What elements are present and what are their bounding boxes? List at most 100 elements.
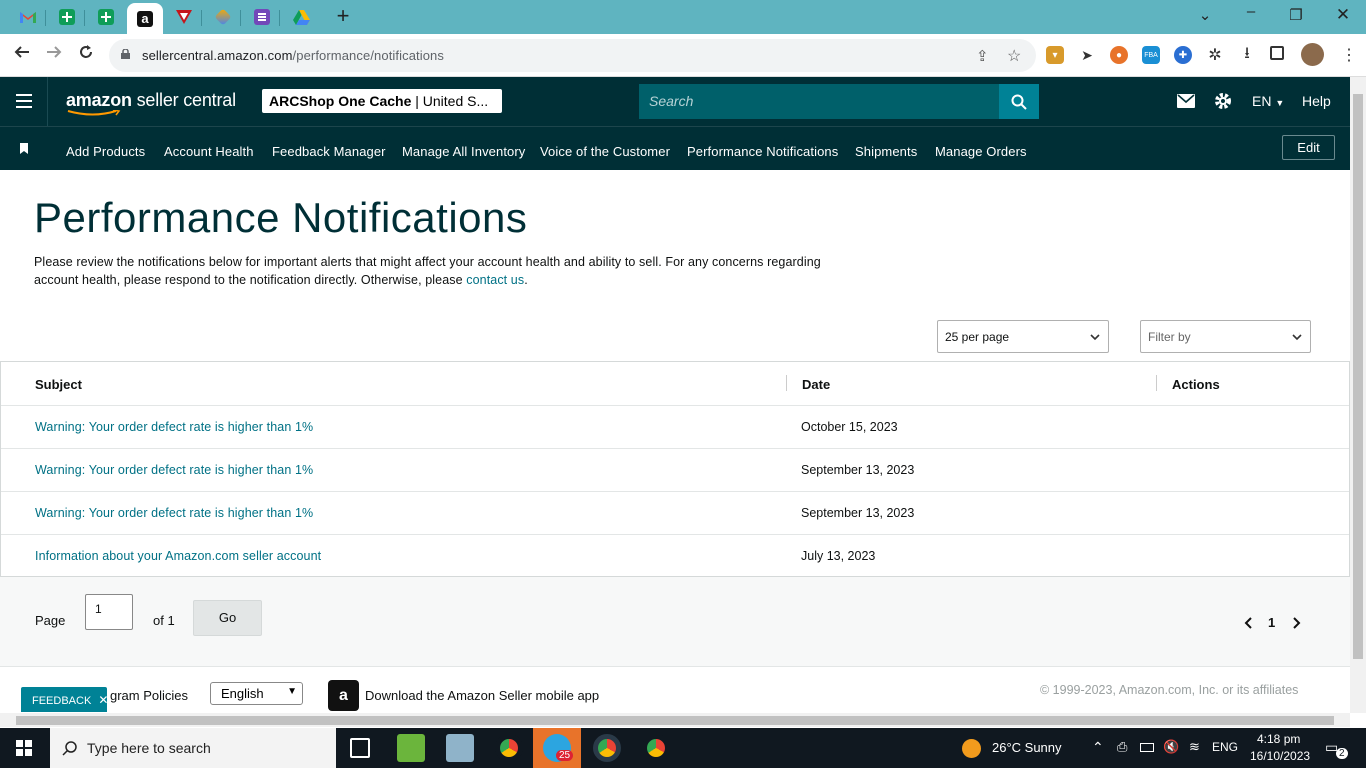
search-icon <box>62 741 77 756</box>
header-search-button[interactable] <box>999 84 1039 119</box>
sheets-icon <box>98 9 114 25</box>
per-page-select[interactable]: 25 per page <box>937 320 1109 353</box>
scrollbar-thumb[interactable] <box>1353 94 1363 659</box>
back-button[interactable] <box>11 44 33 65</box>
contact-us-link[interactable]: contact us <box>466 273 524 287</box>
weather-sun-icon[interactable] <box>962 739 981 758</box>
scrollbar-thumb[interactable] <box>16 716 1334 725</box>
tab-sheets-2[interactable] <box>93 5 119 29</box>
bookmark-icon[interactable] <box>20 143 28 154</box>
clock-time[interactable]: 4:18 pm <box>1257 732 1300 746</box>
tab-forms[interactable] <box>249 5 275 29</box>
header-subject[interactable]: Subject <box>35 377 82 392</box>
settings-gear-icon[interactable] <box>1214 92 1232 110</box>
chrome-app-icon[interactable] <box>642 734 670 762</box>
chevron-right-icon[interactable] <box>1292 617 1301 629</box>
close-icon[interactable]: ✕ <box>98 693 108 707</box>
nav-feedback-manager[interactable]: Feedback Manager <box>272 144 386 159</box>
header-search-input[interactable]: Search <box>639 84 999 119</box>
nav-add-products[interactable]: Add Products <box>66 144 145 159</box>
taskbar-search-box[interactable]: Type here to search <box>50 728 336 768</box>
minimize-button[interactable]: – <box>1241 3 1261 20</box>
restore-button[interactable]: ❐ <box>1286 6 1306 24</box>
chrome-app-icon[interactable] <box>593 734 621 762</box>
notification-subject-link[interactable]: Information about your Amazon.com seller… <box>35 549 321 563</box>
browser-menu-icon[interactable]: ⋮ <box>1340 46 1358 64</box>
notification-subject-link[interactable]: Warning: Your order defect rate is highe… <box>35 506 313 520</box>
tab-gmail[interactable] <box>15 5 41 29</box>
table-row: Information about your Amazon.com seller… <box>1 534 1349 577</box>
vertical-scrollbar[interactable] <box>1350 77 1366 713</box>
chevron-left-icon[interactable] <box>1244 617 1253 629</box>
new-tab-button[interactable]: + <box>333 5 353 27</box>
tab-drive[interactable] <box>288 5 314 29</box>
meet-icon[interactable]: ⎙ <box>1117 739 1127 755</box>
help-link[interactable]: Help <box>1302 93 1331 109</box>
language-selector[interactable]: EN ▼ <box>1252 93 1284 109</box>
speaker-muted-icon[interactable]: 🔇 <box>1163 739 1179 755</box>
column-separator <box>1156 375 1157 391</box>
nav-voice-of-the-customer[interactable]: Voice of the Customer <box>540 144 670 159</box>
tab-sheets-1[interactable] <box>54 5 80 29</box>
address-bar[interactable]: sellercentral.amazon.com/performance/not… <box>109 39 1036 72</box>
clock-date[interactable]: 16/10/2023 <box>1250 749 1310 763</box>
extension-cursor-icon[interactable]: ➤ <box>1078 46 1096 64</box>
wifi-icon[interactable]: ≋ <box>1189 739 1200 755</box>
header-date[interactable]: Date <box>802 377 830 392</box>
current-page-number[interactable]: 1 <box>1268 615 1275 630</box>
reload-button[interactable] <box>75 44 97 65</box>
horizontal-scrollbar[interactable] <box>0 713 1350 727</box>
store-selector[interactable]: ARCShop One Cache | United S... <box>262 89 502 113</box>
tab-gem[interactable] <box>210 5 236 29</box>
extensions-puzzle-icon[interactable]: ✲ <box>1206 46 1224 64</box>
nav-account-health[interactable]: Account Health <box>164 144 254 159</box>
share-icon[interactable]: ⇪ <box>976 47 989 65</box>
table-row: Warning: Your order defect rate is highe… <box>1 491 1349 534</box>
hamburger-menu-icon[interactable] <box>16 94 32 108</box>
tab-search-chevron-icon[interactable]: ⌄ <box>1195 6 1215 24</box>
notification-subject-link[interactable]: Warning: Your order defect rate is highe… <box>35 463 313 477</box>
forward-button[interactable] <box>43 44 65 65</box>
go-button[interactable]: Go <box>193 600 262 636</box>
download-app-link[interactable]: Download the Amazon Seller mobile app <box>365 688 599 703</box>
profile-avatar[interactable] <box>1301 43 1324 66</box>
notification-date: September 13, 2023 <box>801 463 915 477</box>
nav-manage-orders[interactable]: Manage Orders <box>935 144 1027 159</box>
feedback-button[interactable]: FEEDBACK ✕ <box>21 687 108 712</box>
notification-subject-link[interactable]: Warning: Your order defect rate is highe… <box>35 420 313 434</box>
files-app-icon[interactable] <box>446 734 474 762</box>
tab-separator <box>240 10 241 26</box>
extension-firefox-icon[interactable]: ● <box>1110 46 1128 64</box>
extension-circle-icon[interactable]: ✚ <box>1174 46 1192 64</box>
task-view-icon[interactable] <box>350 738 370 758</box>
intro-text: Please review the notifications below fo… <box>34 255 821 287</box>
side-panel-icon[interactable] <box>1270 46 1284 60</box>
weather-text[interactable]: 26°C Sunny <box>992 740 1062 755</box>
mail-icon[interactable] <box>1177 94 1195 108</box>
nav-performance-notifications[interactable]: Performance Notifications <box>687 144 838 159</box>
tab-vivaldi[interactable] <box>171 5 197 29</box>
close-window-button[interactable]: ✕ <box>1333 5 1353 25</box>
notepad-app-icon[interactable] <box>397 734 425 762</box>
lock-icon <box>121 49 130 59</box>
chevron-up-icon[interactable]: ⌃ <box>1092 739 1104 756</box>
extension-fba-icon[interactable]: FBA <box>1142 46 1160 64</box>
filter-by-select[interactable]: Filter by <box>1140 320 1311 353</box>
page-number-input[interactable]: 1 <box>85 594 133 630</box>
edit-nav-button[interactable]: Edit <box>1282 135 1335 160</box>
amazon-icon: a <box>137 10 153 27</box>
program-policies-link[interactable]: gram Policies <box>110 688 188 703</box>
nav-manage-all-inventory[interactable]: Manage All Inventory <box>402 144 525 159</box>
chrome-app-icon[interactable] <box>495 734 523 762</box>
windows-start-icon[interactable] <box>16 740 32 756</box>
nav-shipments[interactable]: Shipments <box>855 144 917 159</box>
battery-icon[interactable] <box>1140 743 1154 752</box>
input-language[interactable]: ENG <box>1212 740 1238 754</box>
footer-language-select[interactable]: English ▼ <box>210 682 303 705</box>
download-icon[interactable]: ⭳ <box>1238 45 1256 64</box>
seller-central-logo[interactable]: amazon seller central <box>66 90 236 111</box>
extension-basket-icon[interactable]: ▾ <box>1046 46 1064 64</box>
tab-amazon-active[interactable]: a <box>127 3 163 34</box>
taskbar-active-app[interactable]: 25 <box>533 728 581 768</box>
bookmark-star-icon[interactable]: ☆ <box>1007 46 1021 66</box>
